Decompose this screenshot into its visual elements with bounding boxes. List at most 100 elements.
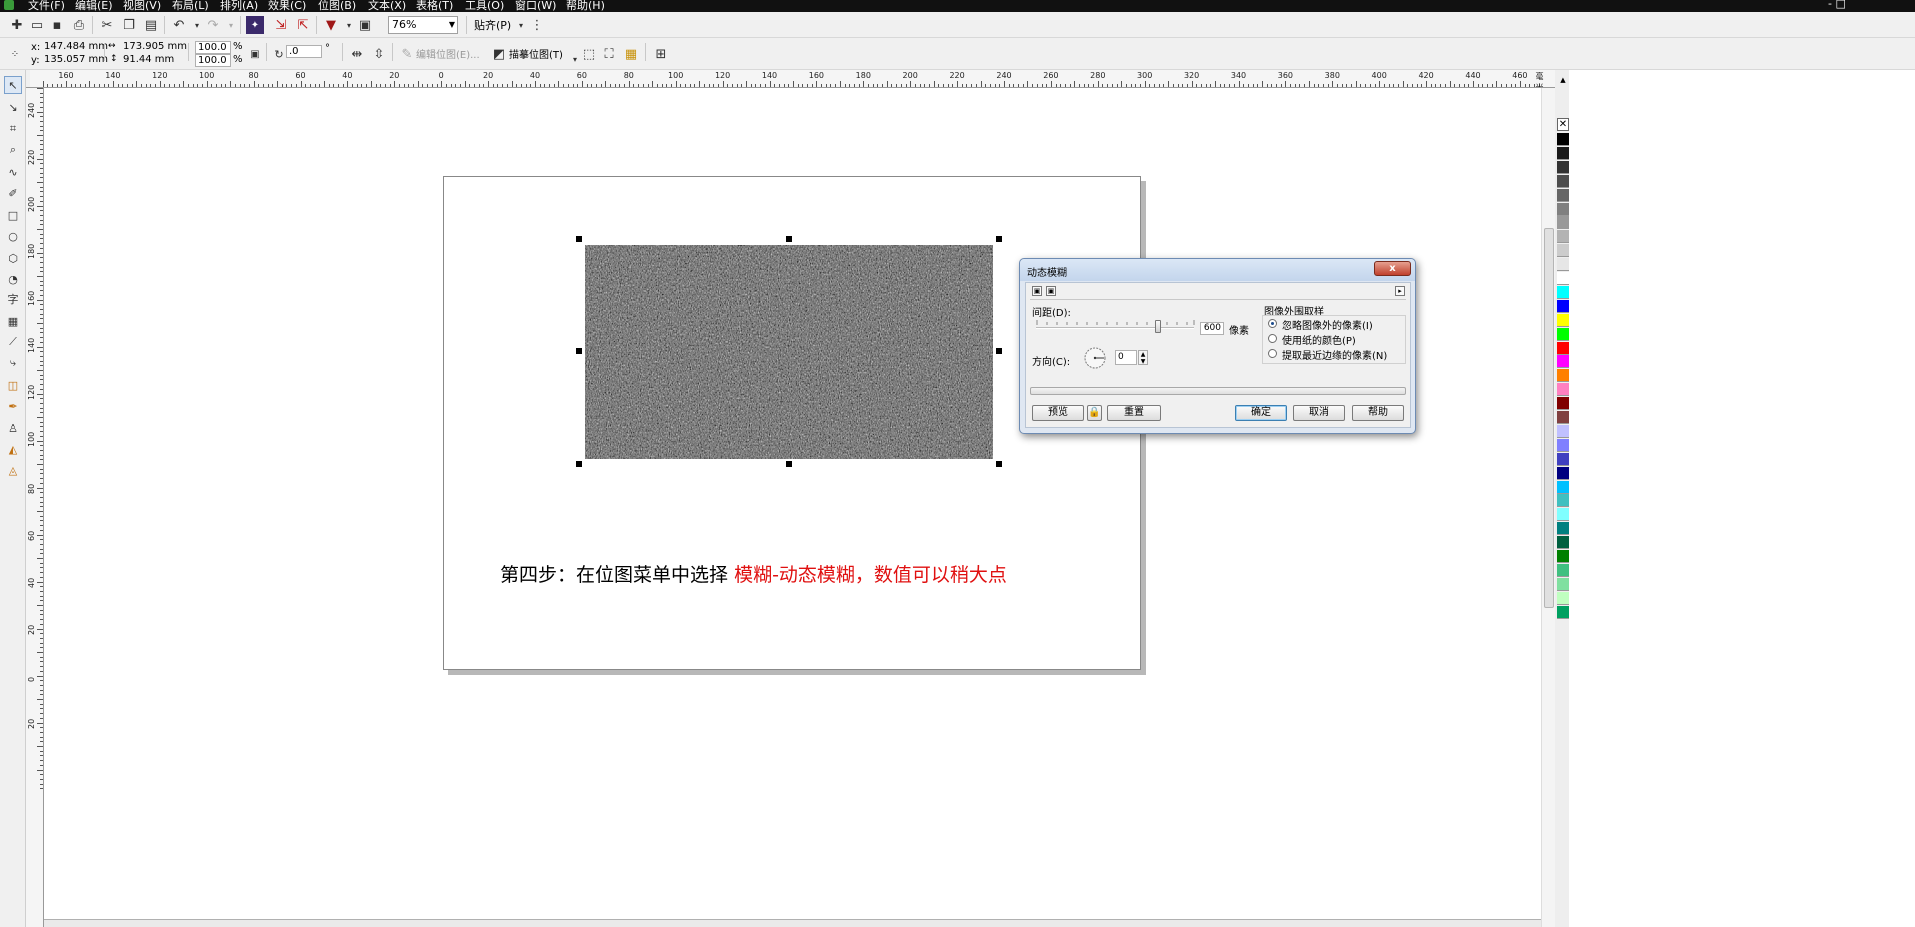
selection-handle-bottom-right[interactable] [996, 461, 1002, 467]
direction-spinner-icon[interactable]: ▲ ▼ [1138, 350, 1148, 365]
color-swatch[interactable] [1557, 285, 1569, 299]
palette-scroll-up-icon[interactable]: ▲ [1557, 76, 1569, 86]
preview-lock-icon[interactable]: 🔒 [1087, 405, 1102, 421]
noise-bitmap[interactable] [585, 245, 993, 459]
color-swatch[interactable] [1557, 244, 1569, 258]
color-swatch[interactable] [1557, 494, 1569, 508]
color-swatch[interactable] [1557, 188, 1569, 202]
height-field[interactable]: 91.44 mm [121, 54, 181, 67]
y-position-field[interactable]: 135.057 mm [42, 54, 108, 67]
color-swatch[interactable] [1557, 605, 1569, 619]
color-swatch[interactable] [1557, 480, 1569, 494]
connector-tool-icon[interactable]: ⤷ [4, 354, 22, 372]
polygon-tool-icon[interactable]: ⬡ [4, 249, 22, 267]
expand-preview-icon[interactable]: ▸ [1395, 286, 1405, 296]
new-document-icon[interactable]: ✚ [8, 16, 26, 34]
paper-color-label[interactable]: 使用纸的颜色(P) [1282, 332, 1356, 347]
eyedropper-tool-icon[interactable]: ✒ [4, 397, 22, 415]
horizontal-ruler[interactable]: 160 140 120 100 80 60 40 20 0 20 40 60 80 100 120 140 16… [30, 70, 1555, 88]
menu-view[interactable]: 视图(V) [123, 0, 161, 12]
dual-preview-icon[interactable]: ▣ [1032, 286, 1042, 296]
color-swatch[interactable] [1557, 577, 1569, 591]
cancel-button[interactable]: 取消 [1293, 405, 1345, 421]
scale-y-field[interactable]: 100.0 [195, 54, 231, 67]
search-content-icon[interactable]: ✦ [246, 16, 264, 34]
menu-tools[interactable]: 工具(O) [465, 0, 504, 12]
preview-button[interactable]: 预览 [1032, 405, 1084, 421]
dimension-tool-icon[interactable]: ⟋ [4, 333, 22, 351]
color-swatch[interactable] [1557, 452, 1569, 466]
paste-icon[interactable]: ▤ [142, 16, 160, 34]
dialog-titlebar[interactable]: 动态模糊 x [1020, 259, 1415, 281]
color-swatch[interactable] [1557, 355, 1569, 369]
menu-window[interactable]: 窗口(W) [515, 0, 556, 12]
reset-button[interactable]: 重置 [1107, 405, 1161, 421]
mirror-horizontal-icon[interactable]: ⇹ [348, 45, 366, 63]
scrollbar-thumb[interactable] [1544, 228, 1554, 608]
distance-value-field[interactable]: 600 [1200, 322, 1224, 335]
menu-layout[interactable]: 布局(L) [172, 0, 209, 12]
color-swatch[interactable] [1557, 550, 1569, 563]
vertical-ruler[interactable]: 240 220 200 180 160 140 120 100 80 60 40 20 0 20 [26, 88, 44, 927]
print-icon[interactable]: ⎙ [70, 16, 88, 34]
ellipse-tool-icon[interactable]: ○ [4, 227, 22, 245]
color-swatch[interactable] [1557, 272, 1569, 285]
freehand-tool-icon[interactable]: ∿ [4, 163, 22, 181]
wrap-text-icon[interactable]: ⊞ [652, 45, 670, 63]
cut-icon[interactable]: ✂ [98, 16, 116, 34]
menu-file[interactable]: 文件(F) [28, 0, 65, 12]
import-icon[interactable]: ⇲ [272, 16, 290, 34]
selection-handle-top-right[interactable] [996, 236, 1002, 242]
color-swatch[interactable] [1557, 133, 1569, 146]
color-swatch[interactable] [1557, 563, 1569, 577]
rotation-angle-field[interactable]: .0 [286, 45, 322, 58]
edit-bitmap-icon[interactable]: ✎ [398, 45, 416, 63]
bitmap-color-mask-icon[interactable]: ▦ [622, 45, 640, 63]
color-swatch[interactable] [1557, 299, 1569, 313]
color-swatch[interactable] [1557, 508, 1569, 522]
selection-handle-top[interactable] [786, 236, 792, 242]
welcome-screen-icon[interactable]: ▣ [356, 16, 374, 34]
scale-x-field[interactable]: 100.0 [195, 41, 231, 54]
undo-icon[interactable]: ↶ [170, 16, 188, 34]
direction-value-field[interactable]: 0 [1115, 350, 1137, 365]
save-icon[interactable]: ▪ [48, 16, 66, 34]
color-swatch[interactable] [1557, 174, 1569, 188]
edit-bitmap-button[interactable]: 编辑位图(E)... [416, 46, 480, 61]
application-launcher-icon[interactable]: ▼ [322, 16, 340, 34]
menu-bitmaps[interactable]: 位图(B) [318, 0, 356, 12]
color-swatch[interactable] [1557, 383, 1569, 397]
menu-text[interactable]: 文本(X) [368, 0, 406, 12]
zoom-level-select[interactable]: 76% ▼ [388, 16, 458, 34]
options-icon[interactable]: ⋮ [528, 16, 546, 34]
paper-color-radio[interactable] [1268, 334, 1277, 343]
color-swatch[interactable] [1557, 202, 1569, 216]
color-swatch[interactable] [1557, 327, 1569, 341]
trace-bitmap-icon[interactable]: ◩ [490, 45, 508, 63]
color-swatch[interactable] [1557, 411, 1569, 424]
redo-icon[interactable]: ↷ [204, 16, 222, 34]
x-position-field[interactable]: 147.484 mm [42, 41, 108, 54]
selection-handle-left[interactable] [576, 348, 582, 354]
menu-effects[interactable]: 效果(C) [268, 0, 306, 12]
nearest-edge-radio[interactable] [1268, 349, 1277, 358]
snap-to-button[interactable]: 贴齐(P) [474, 17, 511, 33]
shape-tool-icon[interactable]: ↘ [4, 98, 22, 116]
nearest-edge-label[interactable]: 提取最近边缘的像素(N) [1282, 347, 1387, 362]
color-swatch[interactable] [1557, 230, 1569, 244]
selection-handle-top-left[interactable] [576, 236, 582, 242]
color-swatch[interactable] [1557, 258, 1569, 272]
open-icon[interactable]: ▭ [28, 16, 46, 34]
menu-help[interactable]: 帮助(H) [566, 0, 605, 12]
color-swatch[interactable] [1557, 522, 1569, 536]
crop-tool-icon[interactable]: ⌗ [4, 120, 22, 138]
color-swatch[interactable] [1557, 160, 1569, 174]
outline-tool-icon[interactable]: ♙ [4, 419, 22, 437]
color-swatch[interactable] [1557, 146, 1569, 160]
color-swatch[interactable] [1557, 397, 1569, 411]
menu-arrange[interactable]: 排列(A) [220, 0, 258, 12]
dialog-close-button[interactable]: x [1374, 261, 1411, 276]
fill-tool-icon[interactable]: ◭ [4, 440, 22, 458]
ignore-outside-radio[interactable] [1268, 319, 1277, 328]
rectangle-tool-icon[interactable]: □ [4, 206, 22, 224]
